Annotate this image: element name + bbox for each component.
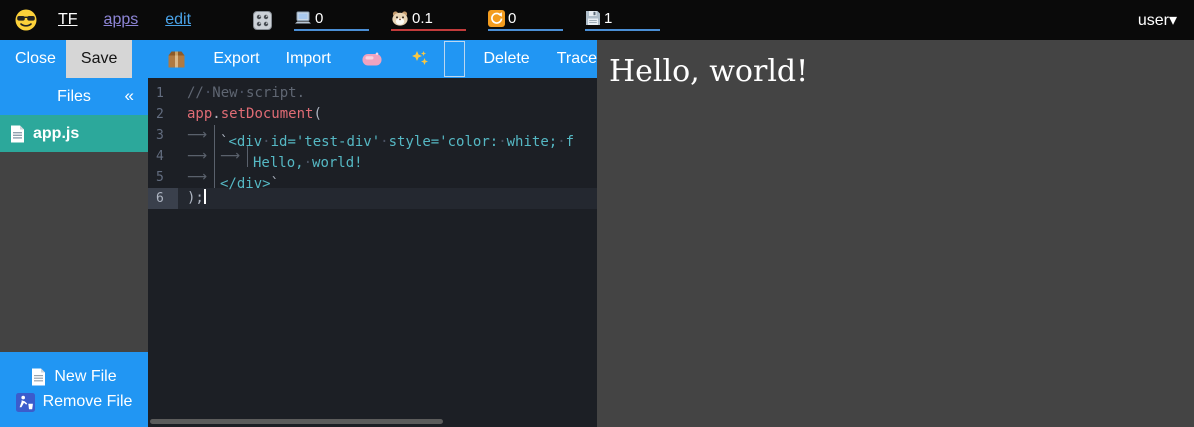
home-link[interactable]: TF <box>58 11 78 29</box>
code-token: // <box>187 85 204 101</box>
floppy-disk-icon <box>585 10 601 26</box>
metric-hamster[interactable]: 0.1 <box>391 10 466 31</box>
package-icon[interactable] <box>167 50 186 69</box>
document-page-icon <box>10 125 25 143</box>
code-token: ); <box>187 190 204 206</box>
metric-floppy-disk[interactable]: 1 <box>585 10 660 31</box>
tab-whitespace-marker: ⟶ <box>220 146 248 167</box>
laptop-icon <box>294 11 312 25</box>
line-number: 5 <box>148 167 178 188</box>
space-whitespace-marker: · <box>238 85 246 101</box>
files-panel-header: Files « <box>0 78 148 115</box>
file-item-appjs[interactable]: app.js <box>0 115 148 152</box>
space-whitespace-marker: · <box>380 134 388 150</box>
user-menu[interactable]: user▾ <box>1138 10 1177 30</box>
code-token: </div> <box>220 176 271 192</box>
line-number: 1 <box>148 83 178 104</box>
code-line-5[interactable]: 5⟶</div>` <box>148 167 597 188</box>
horizontal-scrollbar[interactable] <box>150 419 443 424</box>
metric-value: 1 <box>604 10 612 27</box>
metric-value: 0 <box>508 10 516 27</box>
line-number: 4 <box>148 146 178 167</box>
delete-button[interactable]: Delete <box>483 50 529 68</box>
code-token: . <box>212 106 220 122</box>
code-token: style='color: <box>389 134 499 150</box>
files-panel-title: Files <box>57 88 91 106</box>
space-whitespace-marker: · <box>304 155 312 171</box>
code-text: app.setDocument( <box>178 104 322 125</box>
save-button[interactable]: Save <box>66 40 132 78</box>
preview-heading: Hello, world! <box>597 40 1194 89</box>
tab-whitespace-marker: ⟶ <box>187 125 215 146</box>
space-whitespace-marker: · <box>498 134 506 150</box>
hamster-icon <box>391 10 409 26</box>
code-editor[interactable]: 1//·New·script.2app.setDocument(3⟶`<div·… <box>148 78 597 427</box>
export-button[interactable]: Export <box>213 50 259 68</box>
metric-value: 0.1 <box>412 10 433 27</box>
soap-icon[interactable] <box>362 52 382 66</box>
new-file-label: New File <box>54 368 116 386</box>
code-token: ( <box>313 106 321 122</box>
code-text: ⟶⟶Hello,·world! <box>178 146 363 167</box>
remove-file-button[interactable]: Remove File <box>0 393 148 412</box>
metric-laptop[interactable]: 0 <box>294 10 369 31</box>
code-text: ⟶</div>` <box>178 167 279 188</box>
close-button[interactable]: Close <box>15 50 56 68</box>
control-knobs-icon[interactable] <box>253 11 272 30</box>
blank-toolbar-box[interactable] <box>444 41 465 77</box>
import-button[interactable]: Import <box>286 50 331 68</box>
file-item-label: app.js <box>33 125 79 143</box>
code-text: ⟶`<div·id='test-div'·style='color:·white… <box>178 125 574 146</box>
preview-pane: Hello, world! <box>597 40 1194 427</box>
put-litter-in-bin-icon <box>16 393 35 412</box>
code-token: ` <box>271 176 279 192</box>
files-panel-footer: New File Remove File <box>0 352 148 427</box>
code-token: f <box>566 134 574 150</box>
code-token: white; <box>507 134 558 150</box>
code-token: world! <box>312 155 363 171</box>
refresh-arrows-icon <box>488 10 505 27</box>
code-line-6[interactable]: 6); <box>148 188 597 209</box>
new-file-button[interactable]: New File <box>0 368 148 386</box>
code-line-3[interactable]: 3⟶`<div·id='test-div'·style='color:·whit… <box>148 125 597 146</box>
files-panel-body <box>0 152 148 352</box>
top-bar: TF apps edit 0 0.1 0 1 user▾ <box>0 0 1194 40</box>
sparkles-icon[interactable] <box>411 50 429 68</box>
code-token: setDocument <box>221 106 314 122</box>
tab-whitespace-marker: ⟶ <box>187 146 215 167</box>
code-line-1[interactable]: 1//·New·script. <box>148 83 597 104</box>
tab-whitespace-marker: ⟶ <box>187 167 215 188</box>
code-token: app <box>187 106 212 122</box>
code-text: ); <box>178 188 206 209</box>
code-token: New <box>212 85 237 101</box>
space-whitespace-marker: · <box>557 134 565 150</box>
line-number: 3 <box>148 125 178 146</box>
trace-button[interactable]: Trace <box>557 50 597 68</box>
code-token: script. <box>246 85 305 101</box>
line-number: 2 <box>148 104 178 125</box>
smiling-face-sunglasses-icon[interactable] <box>14 8 38 32</box>
text-cursor <box>204 189 206 204</box>
edit-link[interactable]: edit <box>165 11 191 29</box>
apps-link[interactable]: apps <box>104 11 139 29</box>
collapse-panel-button[interactable]: « <box>125 86 134 106</box>
editor-toolbar: Close Save Export Import Delete Trace <box>0 40 597 78</box>
code-text: //·New·script. <box>178 83 305 104</box>
remove-file-label: Remove File <box>43 393 133 411</box>
metric-value: 0 <box>315 10 323 27</box>
page-facing-up-icon <box>31 368 46 386</box>
code-line-2[interactable]: 2app.setDocument( <box>148 104 597 125</box>
metric-refresh-arrows[interactable]: 0 <box>488 10 563 31</box>
line-number: 6 <box>148 188 178 209</box>
